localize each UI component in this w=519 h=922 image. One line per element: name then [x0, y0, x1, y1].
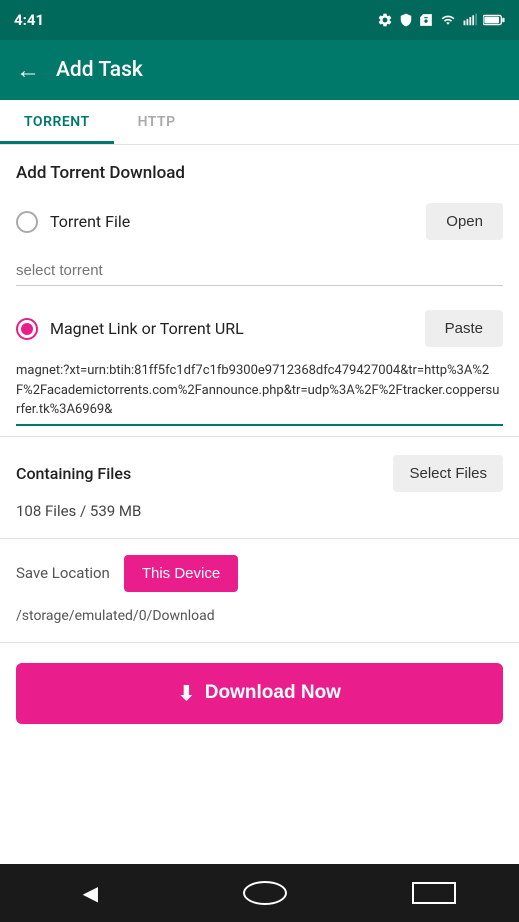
magnet-text-area: magnet:?xt=urn:btih:81ff5fc1df7c1fb9300e… [16, 361, 503, 426]
save-path: /storage/emulated/0/Download [0, 604, 519, 638]
this-device-button[interactable]: This Device [124, 555, 238, 592]
containing-files-row: Containing Files Select Files [0, 441, 519, 498]
containing-files-label: Containing Files [16, 464, 131, 483]
magnet-label: Magnet Link or Torrent URL [50, 319, 244, 338]
shield-icon [399, 12, 413, 28]
sim-icon [419, 12, 433, 28]
torrent-file-label: Torrent File [50, 212, 130, 231]
divider-2 [0, 538, 519, 539]
divider-3 [0, 642, 519, 643]
nav-recents-button[interactable] [412, 882, 456, 904]
tab-http[interactable]: HTTP [114, 100, 200, 144]
status-time: 4:41 [14, 11, 44, 29]
download-label: Download Now [205, 682, 341, 704]
back-button[interactable]: ← [16, 56, 40, 85]
section-title: Add Torrent Download [0, 145, 519, 193]
select-files-button[interactable]: Select Files [393, 455, 503, 492]
save-location-row: Save Location This Device [0, 543, 519, 604]
select-torrent-row [0, 250, 519, 300]
status-bar: 4:41 [0, 0, 519, 40]
torrent-file-option[interactable]: Torrent File [16, 211, 130, 233]
paste-button[interactable]: Paste [425, 310, 503, 347]
select-torrent-input[interactable] [16, 256, 503, 286]
open-button[interactable]: Open [426, 203, 503, 240]
files-count: 108 Files / 539 MB [0, 498, 519, 534]
battery-icon [483, 14, 505, 26]
bottom-nav: ◀ [0, 864, 519, 922]
app-bar: ← Add Task [0, 40, 519, 100]
download-now-button[interactable]: ⬇ Download Now [16, 663, 503, 724]
tab-bar: TORRENT HTTP [0, 100, 519, 145]
download-button-row: ⬇ Download Now [0, 647, 519, 744]
settings-icon [377, 12, 393, 28]
torrent-file-row: Torrent File Open [0, 193, 519, 250]
save-location-label: Save Location [16, 564, 110, 582]
tab-torrent[interactable]: TORRENT [0, 100, 114, 144]
magnet-link-option[interactable]: Magnet Link or Torrent URL [16, 318, 244, 340]
wifi-icon [439, 13, 457, 27]
magnet-link-row: Magnet Link or Torrent URL Paste [0, 300, 519, 357]
signal-icon [463, 12, 477, 28]
download-icon: ⬇ [178, 681, 195, 706]
magnet-radio-inner [21, 323, 33, 335]
torrent-file-radio[interactable] [16, 211, 38, 233]
magnet-text: magnet:?xt=urn:btih:81ff5fc1df7c1fb9300e… [16, 361, 503, 420]
app-bar-title: Add Task [56, 58, 143, 82]
nav-back-button[interactable]: ◀ [63, 873, 118, 913]
magnet-radio[interactable] [16, 318, 38, 340]
content-area: Add Torrent Download Torrent File Open M… [0, 145, 519, 864]
divider-1 [0, 436, 519, 437]
status-icons [377, 12, 505, 28]
nav-home-button[interactable] [243, 881, 287, 905]
